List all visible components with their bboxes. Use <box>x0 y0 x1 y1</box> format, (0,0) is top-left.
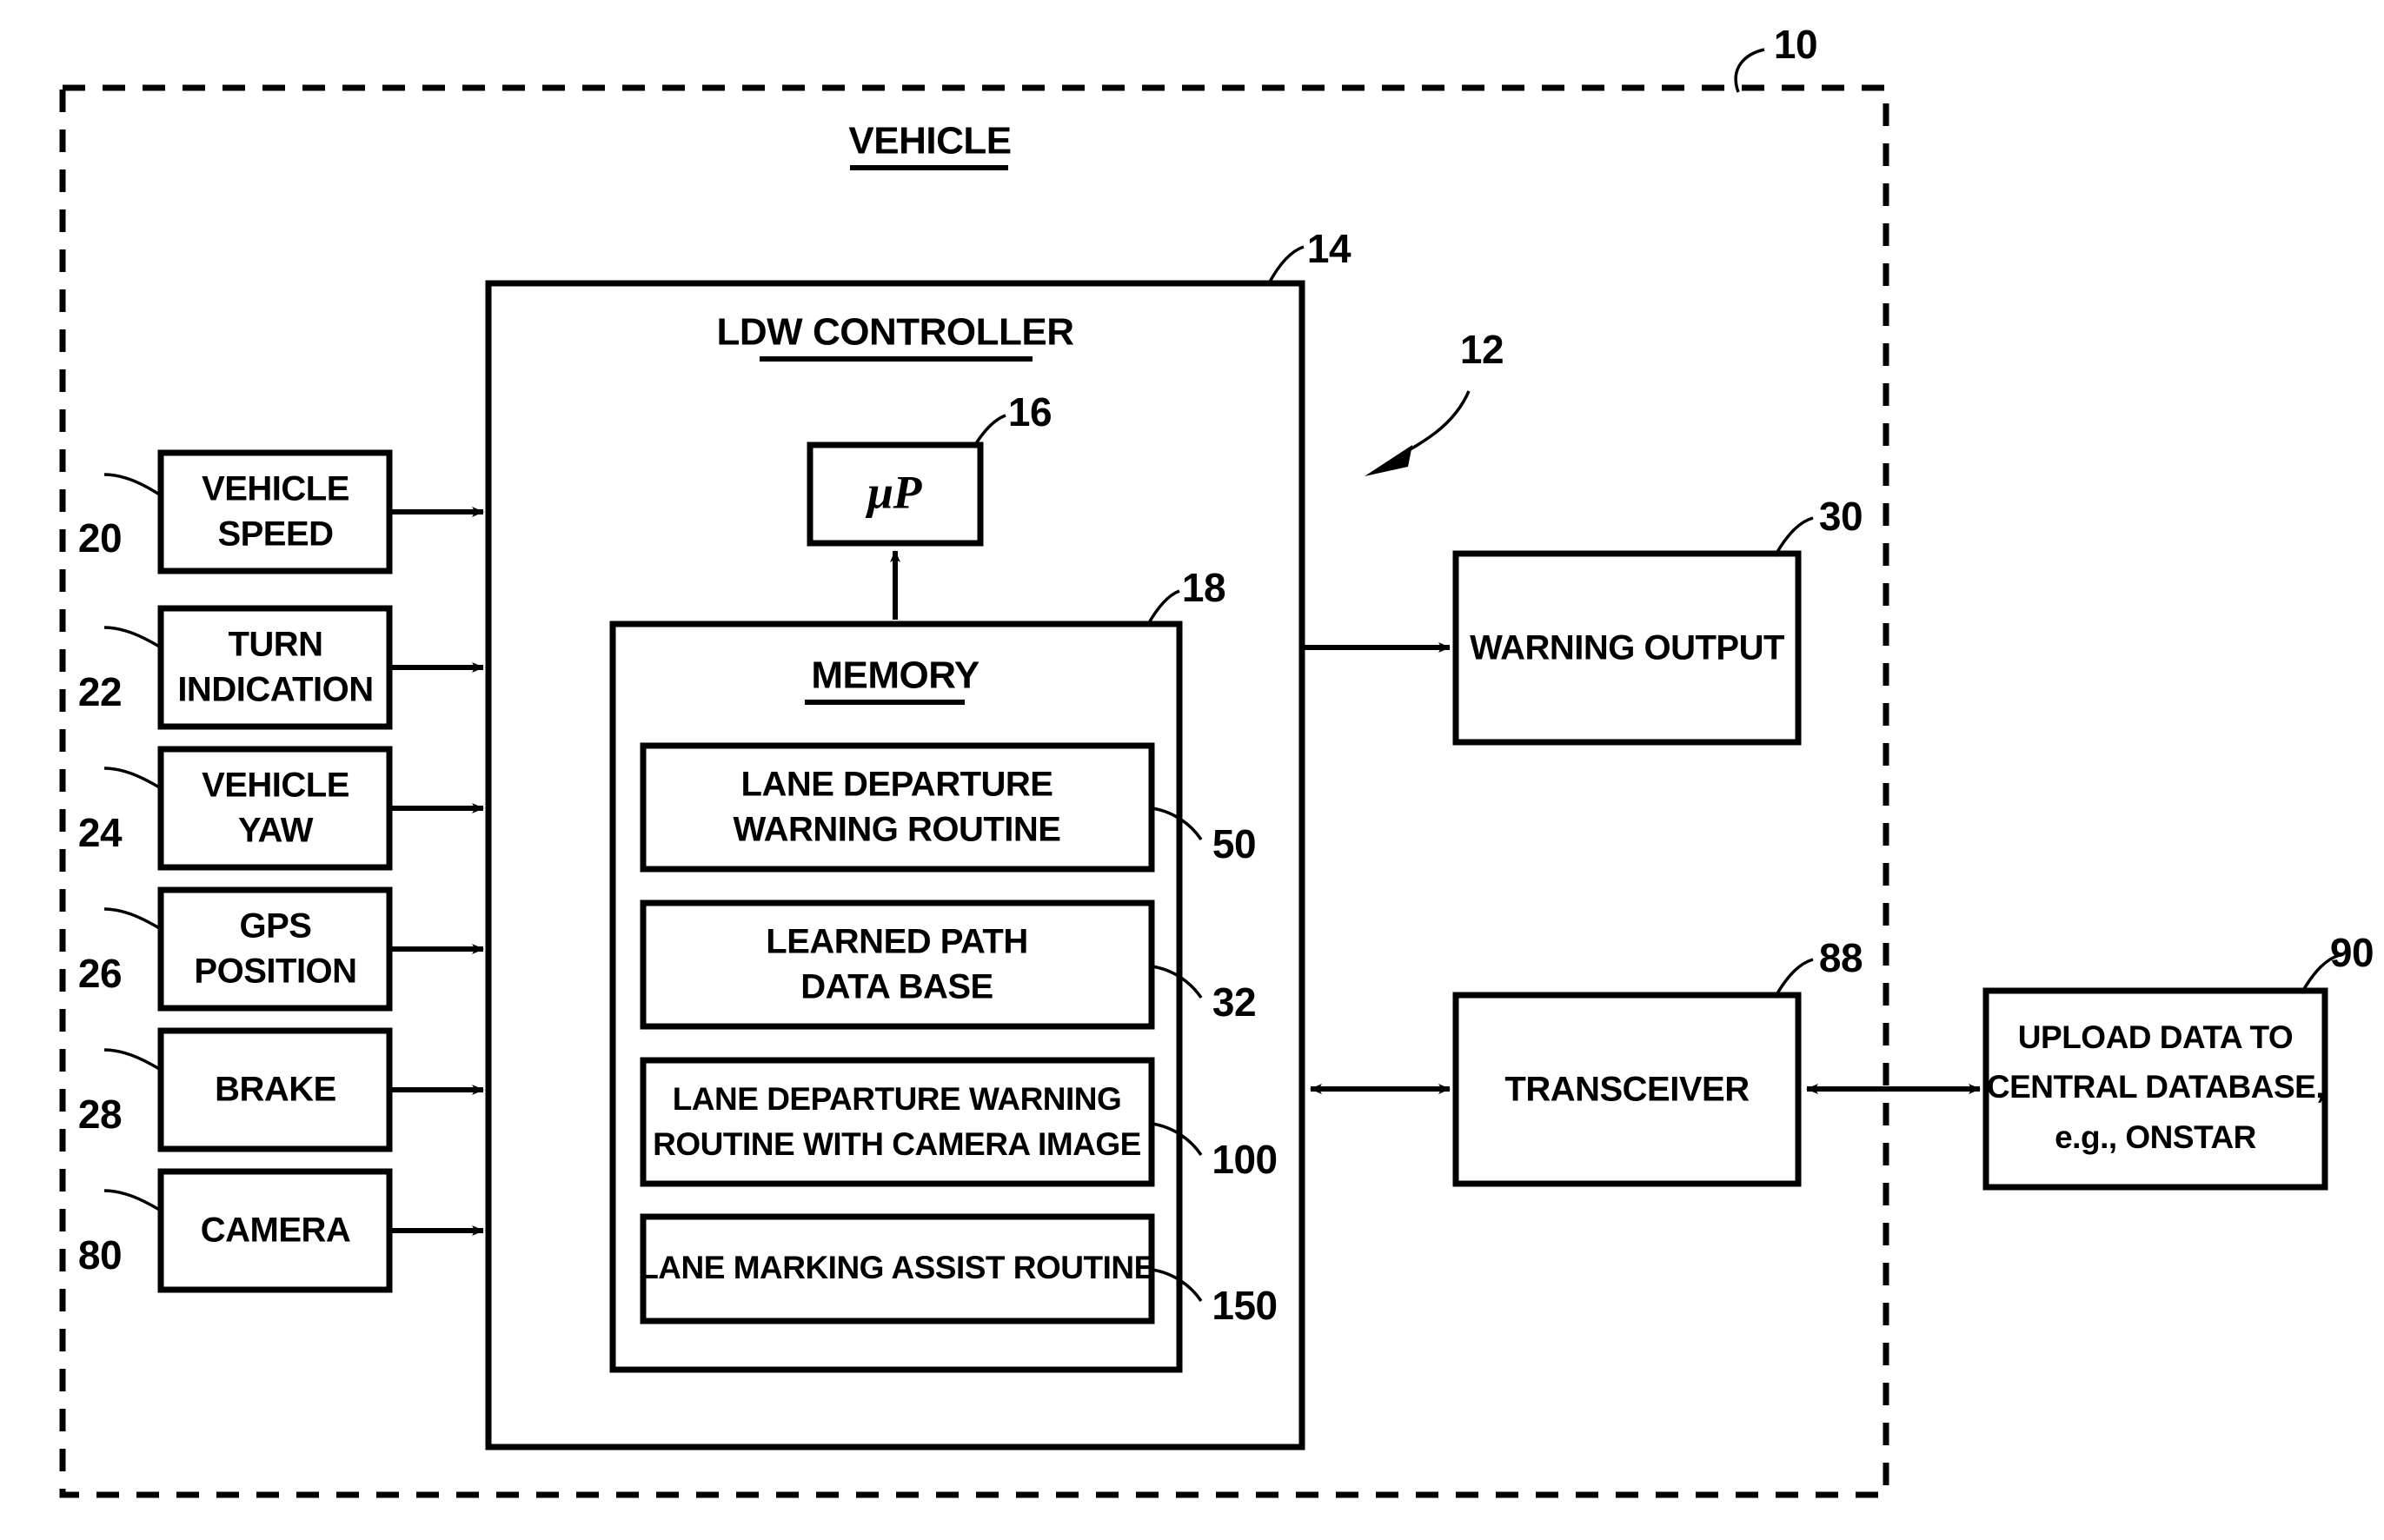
memory-item-3-line1: LANE MARKING ASSIST ROUTINE <box>639 1250 1155 1285</box>
ref-150: 150 <box>1212 1283 1277 1328</box>
ref-16: 16 <box>1008 389 1052 435</box>
ref-100: 100 <box>1212 1137 1277 1182</box>
ldw-controller-title: LDW CONTROLLER <box>717 311 1074 354</box>
memory-item-0-line2: WARNING ROUTINE <box>734 811 1061 849</box>
transceiver-label: TRANSCEIVER <box>1504 1071 1750 1109</box>
ref-20-leader <box>103 473 162 497</box>
input-1-line2: INDICATION <box>177 671 373 709</box>
ref-26-leader <box>103 907 162 931</box>
ref-12: 12 <box>1460 327 1504 372</box>
memory-item-lane-departure-warning-routine[interactable] <box>640 742 1155 873</box>
vehicle-label: VEHICLE <box>848 120 1011 163</box>
ref-28: 28 <box>78 1092 122 1137</box>
ref-20: 20 <box>78 515 122 561</box>
ref-88-leader <box>1773 958 1814 999</box>
ref-12-leader <box>1400 390 1471 456</box>
input-4-line1: BRAKE <box>215 1071 336 1109</box>
ref-10: 10 <box>1774 22 1817 67</box>
input-2-line1: VEHICLE <box>202 767 349 805</box>
ref-80: 80 <box>78 1232 122 1278</box>
input-3-line1: GPS <box>240 907 312 946</box>
ref-14: 14 <box>1307 226 1351 271</box>
memory-item-learned-path-data-base[interactable] <box>640 899 1155 1030</box>
ref-12-arrowhead <box>1365 445 1412 476</box>
input-2-line2: YAW <box>238 812 314 850</box>
ref-22: 22 <box>78 669 122 714</box>
diagram-svg: VEHICLE 10 LDW CONTROLLER 14 12 μP 16 ME… <box>59 22 2374 1498</box>
warning-output-label: WARNING OUTPUT <box>1470 629 1784 667</box>
input-0-line2: SPEED <box>217 515 333 554</box>
ref-14-leader <box>1267 245 1305 284</box>
memory-item-1-line1: LEARNED PATH <box>766 923 1027 961</box>
upload-line1: UPLOAD DATA TO <box>2018 1019 2293 1055</box>
ref-30: 30 <box>1819 494 1863 539</box>
upload-line2: CENTRAL DATABASE, <box>1987 1069 2324 1105</box>
memory-title: MEMORY <box>811 654 979 697</box>
memory-item-2-line1: LANE DEPARTURE WARNING <box>673 1081 1122 1117</box>
ref-18: 18 <box>1182 565 1225 610</box>
ref-28-leader <box>103 1048 162 1072</box>
input-5-line1: CAMERA <box>201 1211 351 1250</box>
ref-88: 88 <box>1819 935 1863 980</box>
ref-32: 32 <box>1212 979 1256 1025</box>
memory-item-2-line2: ROUTINE WITH CAMERA IMAGE <box>653 1126 1141 1162</box>
ref-24-leader <box>103 767 162 790</box>
ref-90: 90 <box>2330 930 2374 975</box>
patent-figure-canvas: VEHICLE 10 LDW CONTROLLER 14 12 μP 16 ME… <box>0 0 2384 1540</box>
ref-22-leader <box>103 626 162 649</box>
input-0-line1: VEHICLE <box>202 470 349 508</box>
input-1-line1: TURN <box>228 626 322 664</box>
input-3-line2: POSITION <box>194 953 356 991</box>
upload-line3: e.g., ONSTAR <box>2055 1119 2256 1155</box>
ref-24: 24 <box>78 810 123 855</box>
memory-item-0-line1: LANE DEPARTURE <box>741 766 1053 804</box>
ref-80-leader <box>103 1189 162 1212</box>
ref-26: 26 <box>78 951 122 996</box>
ref-30-leader <box>1773 516 1814 557</box>
ref-50: 50 <box>1212 821 1256 866</box>
memory-item-lane-departure-warning-routine-with-camera-image[interactable] <box>640 1057 1155 1187</box>
memory-item-1-line2: DATA BASE <box>800 968 993 1006</box>
microprocessor-label: μP <box>865 466 923 518</box>
